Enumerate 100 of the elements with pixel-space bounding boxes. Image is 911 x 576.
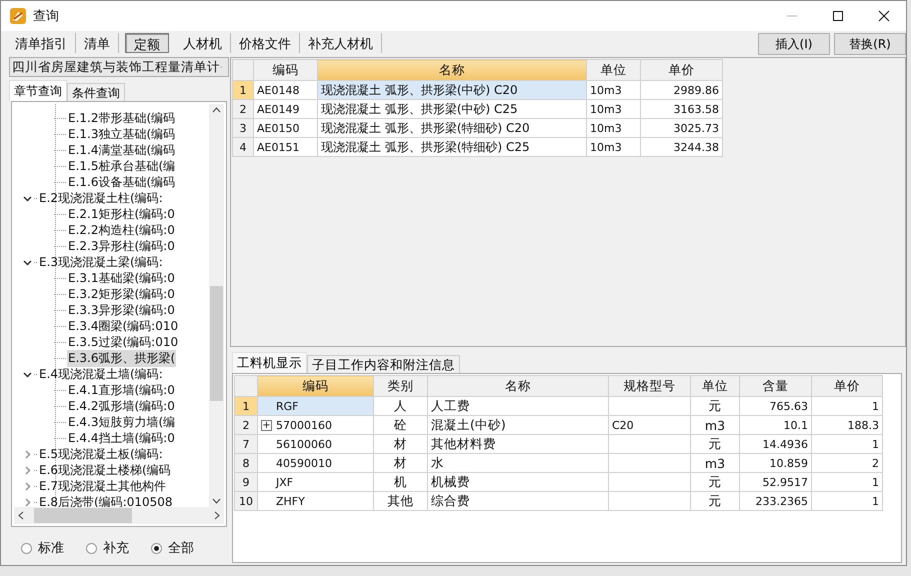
expand-button[interactable]: + [261, 420, 272, 431]
tree-item[interactable]: E.3.2矩形梁(编码:0 [67, 286, 176, 302]
table-cell: 元 [708, 492, 722, 508]
tree-item[interactable]: E.4.3短肢剪力墙(编 [67, 414, 176, 430]
tree-item[interactable]: E.3.6弧形、拱形梁( [67, 350, 176, 366]
row-number[interactable]: 8 [234, 454, 258, 472]
tree-item[interactable]: E.1.4满堂基础(编码 [67, 142, 176, 158]
tree-item[interactable]: E.4.1直形墙(编码:0 [67, 382, 176, 398]
table-cell: 机械费 [431, 474, 470, 488]
chevron-down-icon[interactable] [23, 194, 32, 202]
tree-item[interactable]: E.7现浇混凝土其他构件 [38, 478, 168, 494]
column-header[interactable]: 单位 [690, 376, 740, 396]
tree-item[interactable]: E.3.5过梁(编码:010 [67, 334, 180, 350]
column-header[interactable]: 编码 [258, 376, 374, 396]
tree-item[interactable]: E.2.2构造柱(编码:0 [67, 222, 176, 238]
radio-button[interactable] [21, 542, 32, 554]
tree-item[interactable]: E.1.3独立基础(编码 [67, 126, 176, 142]
replace-button[interactable]: 替换(R) [834, 33, 906, 55]
scrollbar-thumb[interactable] [34, 508, 132, 523]
tree-item[interactable]: E.3.3异形梁(编码:0 [67, 302, 176, 318]
radio-button[interactable] [151, 542, 162, 554]
table-cell: 1 [872, 494, 879, 508]
toolbar-tab[interactable]: 清单指引 [7, 33, 76, 53]
toolbar-tab[interactable]: 人材机 [175, 33, 231, 53]
radio-button[interactable] [86, 542, 97, 554]
row-number[interactable]: 2 [232, 100, 254, 118]
table-cell: 人工费 [431, 398, 470, 412]
panel-tab[interactable]: 章节查询 [9, 80, 67, 101]
tree-item[interactable]: E.5现浇混凝土板(编码: [38, 446, 164, 462]
column-header[interactable]: 名称 [428, 376, 608, 396]
tree-item[interactable]: E.4现浇混凝土墙(编码: [38, 366, 164, 382]
table-cell: 1 [872, 400, 879, 412]
tree-item[interactable]: E.2现浇混凝土柱(编码: [38, 190, 164, 206]
column-header[interactable]: 类别 [374, 376, 428, 396]
radio-label: 补充 [103, 540, 129, 557]
column-header[interactable]: 名称 [318, 60, 586, 80]
scroll-right-icon[interactable] [214, 511, 220, 520]
dropdown-value: 四川省房屋建筑与装饰工程量清单计 [12, 58, 220, 76]
maximize-icon[interactable] [832, 10, 844, 22]
toolbar-tab[interactable]: 价格文件 [231, 33, 300, 53]
scroll-left-icon[interactable] [18, 511, 24, 520]
column-header[interactable]: 规格型号 [608, 376, 690, 396]
table-cell: 其他 [388, 492, 414, 508]
row-number[interactable]: 1 [232, 80, 254, 100]
tree-item[interactable]: E.1.6设备基础(编码 [67, 174, 176, 190]
column-header[interactable]: 编码 [254, 60, 318, 80]
table-cell: m3 [704, 456, 726, 470]
tree-item[interactable]: E.4.2弧形墙(编码:0 [67, 398, 176, 414]
row-number[interactable]: 2 [234, 416, 258, 434]
chevron-down-icon[interactable] [23, 370, 32, 378]
tree-item[interactable]: E.6现浇混凝土楼梯(编码 [38, 462, 172, 478]
table-cell: 40590010 [276, 456, 332, 470]
table-cell: m3 [704, 418, 726, 432]
row-number[interactable]: 3 [232, 118, 254, 138]
library-dropdown[interactable]: 四川省房屋建筑与装饰工程量清单计 [9, 57, 229, 77]
vertical-scrollbar[interactable] [209, 104, 224, 507]
tree-item[interactable]: E.4.4挡土墙(编码:0 [67, 430, 176, 446]
tree-item[interactable]: E.3现浇混凝土梁(编码: [38, 254, 164, 270]
scrollbar-thumb[interactable] [210, 286, 223, 401]
toolbar-tab[interactable]: 补充人材机 [300, 33, 382, 53]
toolbar-tab[interactable]: 定额 [125, 33, 169, 53]
scroll-down-icon[interactable] [212, 498, 221, 504]
tree-item[interactable]: E.3.1基础梁(编码:0 [67, 270, 176, 286]
row-number[interactable]: 1 [234, 396, 258, 416]
tree-item[interactable]: E.1.5桩承台基础(编 [67, 158, 176, 174]
tree-item[interactable]: E.2.1矩形柱(编码:0 [67, 206, 176, 222]
chevron-right-icon[interactable] [23, 450, 32, 458]
table-cell: 233.2365 [756, 494, 808, 508]
app-icon [9, 7, 27, 25]
scroll-up-icon[interactable] [212, 107, 221, 113]
radio-label: 全部 [168, 540, 194, 557]
insert-button[interactable]: 插入(I) [758, 33, 830, 55]
table-cell: 10.859 [770, 456, 808, 470]
table-cell: 综合费 [431, 492, 470, 508]
column-header[interactable]: 单价 [812, 376, 882, 396]
table-cell: 10m3 [590, 122, 622, 134]
column-header[interactable]: 单位 [586, 60, 640, 80]
horizontal-scrollbar[interactable] [14, 507, 224, 524]
table-cell: 材 [394, 454, 407, 470]
tree-item[interactable]: E.3.4圈梁(编码:010 [67, 318, 180, 334]
panel-tab[interactable]: 工料机显示 [232, 352, 307, 373]
tree-item[interactable]: E.1.2带形基础(编码 [67, 110, 176, 126]
column-header[interactable]: 单价 [640, 60, 722, 80]
chevron-right-icon[interactable] [23, 498, 32, 506]
toolbar-tab[interactable]: 清单 [76, 33, 119, 53]
row-number[interactable]: 4 [232, 138, 254, 156]
row-number[interactable]: 7 [234, 434, 258, 454]
row-number[interactable]: 10 [234, 492, 258, 510]
panel-tab[interactable]: 子目工作内容和附注信息 [307, 355, 460, 373]
table-cell: 元 [708, 436, 722, 450]
chevron-right-icon[interactable] [23, 482, 32, 490]
table-cell: 现浇混凝土 弧形、拱形梁(中砂) C20 [321, 82, 518, 96]
panel-tab[interactable]: 条件查询 [67, 83, 125, 101]
chevron-down-icon[interactable] [23, 258, 32, 266]
row-number[interactable]: 9 [234, 472, 258, 492]
tree-item[interactable]: E.8后浇带(编码:010508 [38, 494, 174, 507]
close-icon[interactable] [878, 10, 890, 22]
chevron-right-icon[interactable] [23, 466, 32, 474]
column-header[interactable]: 含量 [740, 376, 812, 396]
tree-item[interactable]: E.2.3异形柱(编码:0 [67, 238, 176, 254]
